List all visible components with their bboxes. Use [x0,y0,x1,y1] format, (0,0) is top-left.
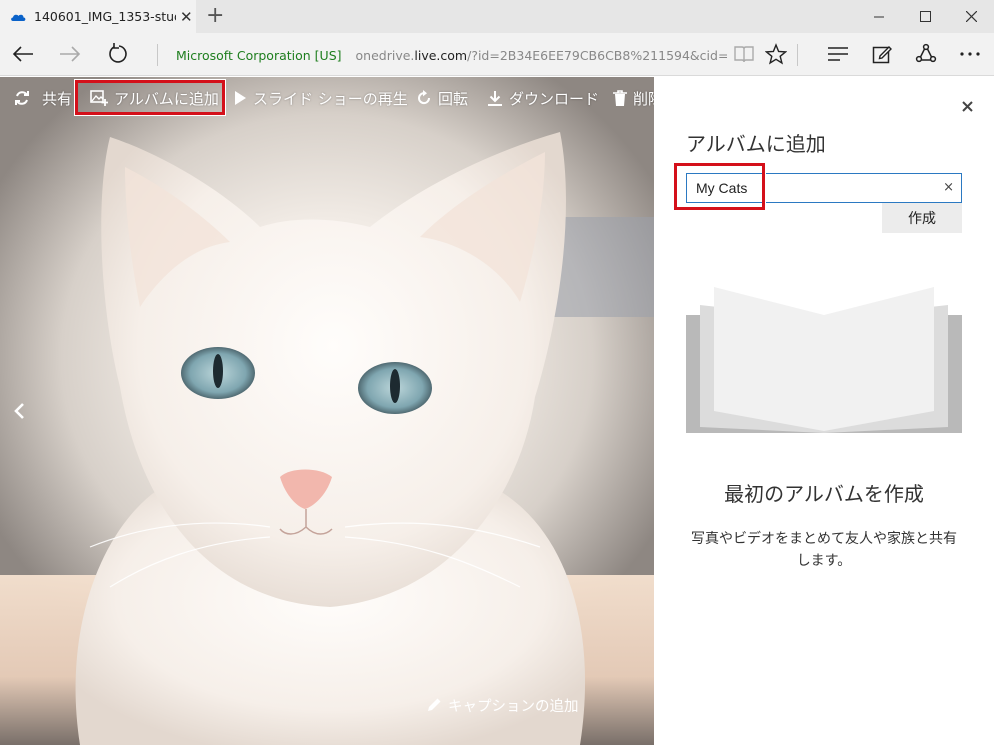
cat-photo [75,132,586,745]
download-icon [488,91,502,106]
share-icon [915,43,937,63]
tab-close-icon[interactable]: ✕ [180,8,193,26]
slideshow-button[interactable]: スライド ショーの再生 [233,77,408,119]
more-button[interactable] [953,38,987,70]
download-button[interactable]: ダウンロード [487,77,599,119]
web-note-button[interactable] [865,38,899,70]
certificate-org: Microsoft Corporation [US] [176,47,342,63]
share-label: 共有 [42,89,73,108]
maximize-icon [919,11,931,22]
forward-icon [60,46,81,62]
address-url: onedrive.live.com/?id=2B34E6EE79CB6CB8%2… [355,47,727,63]
reading-view-icon [734,46,754,63]
rotate-label: 回転 [438,89,469,108]
forward-button[interactable] [53,38,87,70]
share-toolbar-button[interactable]: 共有 [14,77,72,119]
refresh-icon [109,43,127,63]
tab-bar: 140601_IMG_1353-studio ✕ + [0,0,994,33]
toolbar-separator [797,44,798,66]
empty-state-description: 写真やビデオをまとめて友人や家族と共有します。 [691,531,957,569]
more-icon [960,52,980,56]
close-window-button[interactable] [948,0,994,33]
open-book-icon [686,287,962,433]
new-tab-button[interactable]: + [206,3,224,29]
address-bar[interactable]: Microsoft Corporation [US] onedrive.live… [167,44,727,66]
previous-photo-button[interactable] [6,394,32,428]
favorite-button[interactable] [759,38,793,70]
favorite-star-icon [765,43,787,65]
add-caption-button[interactable]: キャプションの追加 [426,692,579,718]
close-icon [961,100,973,112]
minimize-button[interactable] [856,0,902,33]
trash-icon [613,90,627,106]
highlight-album-name [674,163,765,210]
back-button[interactable] [6,38,40,70]
close-icon [965,11,977,22]
create-album-button[interactable]: 作成 [882,203,962,233]
address-separator [157,44,158,66]
navigation-bar: Microsoft Corporation [US] onedrive.live… [0,33,994,76]
web-note-icon [872,46,892,64]
panel-close-button[interactable] [956,95,978,117]
chevron-left-icon [14,403,24,419]
rotate-icon [418,90,431,105]
share-button[interactable] [909,38,943,70]
hub-button[interactable] [821,38,855,70]
tab-title: 140601_IMG_1353-studio [34,9,176,24]
minimize-icon [874,16,884,17]
pencil-icon [428,698,441,711]
share-loop-icon [15,91,29,105]
refresh-button[interactable] [102,38,136,70]
back-icon [12,46,33,62]
panel-title: アルバムに追加 [686,132,826,156]
slideshow-label: スライド ショーの再生 [253,89,408,108]
download-label: ダウンロード [509,89,600,108]
rotate-button[interactable]: 回転 [416,77,468,119]
highlight-add-to-album [75,80,225,115]
browser-tab[interactable]: 140601_IMG_1353-studio ✕ [0,0,196,33]
reading-view-button[interactable] [727,38,761,70]
hub-icon [828,47,848,61]
play-icon [235,91,246,105]
onedrive-icon [11,14,26,21]
caption-label: キャプションの追加 [448,698,579,715]
clear-input-icon[interactable]: × [943,180,954,195]
maximize-button[interactable] [902,0,948,33]
empty-state-title: 最初のアルバムを作成 [724,482,924,506]
photo-viewer [0,77,654,745]
